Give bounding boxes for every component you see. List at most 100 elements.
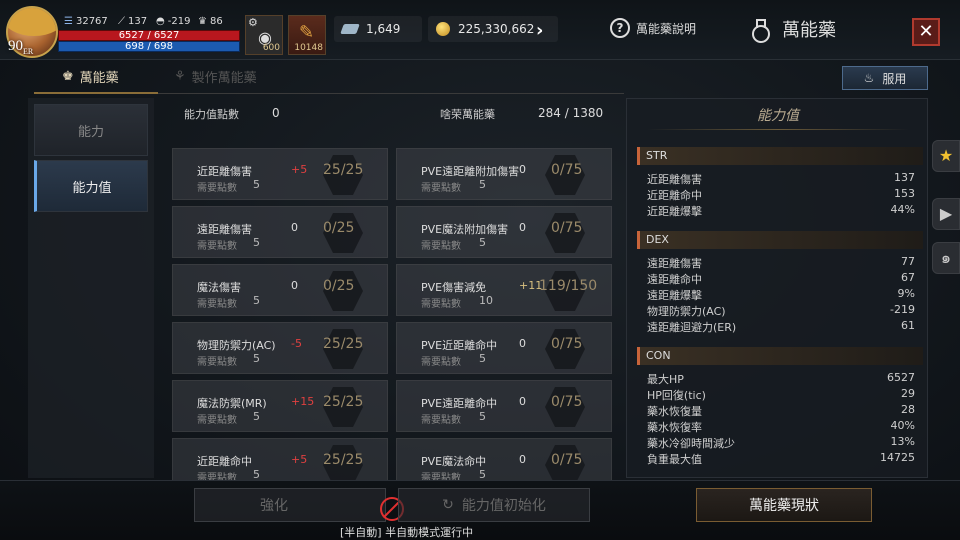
stat-row: 物理防禦力(AC) -219	[647, 303, 915, 319]
stat-card[interactable]: 遠距離傷害 需要點數 5 0 0/25	[172, 206, 388, 258]
stat-value: 28	[901, 403, 915, 416]
stat-bonus: +5	[291, 163, 308, 176]
stat-bonus: 0	[291, 279, 298, 292]
chevron-right-icon[interactable]: ›	[536, 20, 543, 41]
stat-value: 9%	[897, 287, 915, 300]
stat-row: 藥水恢復量 28	[647, 403, 915, 419]
power-icon: ☰	[64, 16, 73, 27]
helmet-icon: ◓	[156, 16, 165, 27]
stat-label: 物理防禦力(AC)	[647, 305, 726, 318]
req-value: 5	[253, 410, 260, 423]
player-level: 90ER	[8, 38, 34, 56]
stat-label: 藥水恢復量	[647, 405, 702, 418]
stat-progress: 0/75	[551, 452, 583, 468]
stat-progress: 0/25	[323, 278, 355, 294]
stat-value: -219	[890, 303, 915, 316]
req-label: 需要點數	[197, 357, 237, 368]
power-stat: ☰ 32767	[64, 16, 108, 27]
stat-progress: 25/25	[323, 394, 364, 410]
total-label: 啥荣萬能藥	[440, 108, 495, 121]
stat-card[interactable]: 近距離傷害 需要點數 5 +5 25/25	[172, 148, 388, 200]
help-button[interactable]: ? 萬能藥說明	[610, 18, 696, 38]
stat-label: 最大HP	[647, 373, 684, 386]
stat-bonus: +15	[291, 395, 315, 408]
total-value: 284 / 1380	[538, 106, 604, 120]
stat-section-header: STR	[637, 147, 923, 165]
quick-item-potion[interactable]: ⚙ ◉ 600	[245, 15, 283, 55]
stat-progress: 25/25	[323, 336, 364, 352]
tab-craft-elixir[interactable]: ⚘ 製作萬能藥	[174, 67, 257, 86]
stat-section-header: DEX	[637, 231, 923, 249]
nav-stats[interactable]: 能力值	[34, 160, 148, 212]
stat-bonus: 0	[519, 221, 526, 234]
stats-panel-title: 能力值	[757, 108, 799, 124]
stat-name: 魔法傷害	[197, 281, 241, 294]
req-value: 5	[253, 294, 260, 307]
stat-card[interactable]: 物理防禦力(AC) 需要點數 5 -5 25/25	[172, 322, 388, 374]
stat-label: 藥水冷卻時間減少	[647, 437, 735, 450]
points-value: 0	[272, 106, 280, 120]
nav-ability[interactable]: 能力	[34, 104, 148, 156]
stat-progress: 25/25	[323, 162, 364, 178]
stat-bonus: 0	[519, 163, 526, 176]
use-button[interactable]: ♨ 服用	[842, 66, 928, 90]
stat-card[interactable]: 魔法傷害 需要點數 5 0 0/25	[172, 264, 388, 316]
item-count: 10148	[294, 43, 323, 53]
stat-value: 137	[894, 171, 915, 184]
play-icon[interactable]: ▶	[932, 198, 960, 230]
stat-name: 遠距離傷害	[197, 223, 252, 236]
req-label: 需要點數	[197, 241, 237, 252]
stat-card[interactable]: PVE遠距離命中 需要點數 5 0 0/75	[396, 380, 612, 432]
refresh-icon: ↻	[442, 497, 454, 513]
stat-value: 13%	[890, 435, 915, 448]
req-label: 需要點數	[421, 299, 461, 310]
stat-label: 遠距離命中	[647, 273, 702, 286]
req-value: 5	[479, 410, 486, 423]
stat-label: 藥水恢復率	[647, 421, 702, 434]
stat-label: 近距離爆擊	[647, 205, 702, 218]
star-icon[interactable]: ★	[932, 140, 960, 172]
hp-bar: 6527 / 6527	[58, 30, 240, 41]
title-divider	[647, 129, 909, 130]
stat-name: PVE遠距離附加傷害	[421, 165, 520, 178]
stat-card[interactable]: PVE傷害減免 需要點數 10 +11 119/150	[396, 264, 612, 316]
stat-name: 近距離命中	[197, 455, 252, 468]
stat-name: 物理防禦力(AC)	[197, 339, 276, 352]
stat-bonus: 0	[519, 453, 526, 466]
close-button[interactable]: ✕	[912, 18, 940, 46]
swirl-icon[interactable]: ๑	[932, 242, 960, 274]
auto-mode-message: [半自動] 半自動模式運行中	[340, 526, 474, 539]
stat-label: 近距離傷害	[647, 173, 702, 186]
stat-label: 遠距離迴避力(ER)	[647, 321, 737, 334]
reset-stats-button[interactable]: ↻ 能力值初始化	[398, 488, 590, 522]
stat-value: 44%	[890, 203, 915, 216]
quick-item-scroll[interactable]: ✎ 10148	[288, 15, 326, 55]
req-label: 需要點數	[421, 357, 461, 368]
item-count: 600	[262, 43, 280, 53]
craft-icon: ⚘	[174, 69, 186, 84]
tab-elixir[interactable]: ♚ 萬能藥	[62, 67, 119, 86]
stat-row: 最大HP 6527	[647, 371, 915, 387]
stat-card[interactable]: PVE魔法附加傷害 需要點數 5 0 0/75	[396, 206, 612, 258]
elixir-status-button[interactable]: 萬能藥現狀	[696, 488, 872, 522]
stat-bonus: 0	[291, 221, 298, 234]
req-value: 5	[253, 236, 260, 249]
stat-value: 40%	[890, 419, 915, 432]
stat-card[interactable]: PVE遠距離附加傷害 需要點數 5 0 0/75	[396, 148, 612, 200]
stat-card[interactable]: PVE近距離命中 需要點數 5 0 0/75	[396, 322, 612, 374]
active-tab-indicator	[34, 92, 158, 94]
stat-bonus: 0	[519, 337, 526, 350]
stat-bonus: +5	[291, 453, 308, 466]
gem-icon	[340, 24, 360, 34]
stat-bonus: -5	[291, 337, 302, 350]
stat-progress: 119/150	[539, 278, 598, 294]
armor-stat: ◓ -219	[156, 16, 191, 27]
stat-label: 遠距離傷害	[647, 257, 702, 270]
stat-row: 近距離命中 153	[647, 187, 915, 203]
req-value: 5	[253, 178, 260, 191]
enhance-button[interactable]: 強化	[194, 488, 404, 522]
stat-label: 負重最大值	[647, 453, 702, 466]
gear-icon: ⚙	[248, 16, 258, 29]
stat-row: 遠距離爆擊 9%	[647, 287, 915, 303]
stat-card[interactable]: 魔法防禦(MR) 需要點數 5 +15 25/25	[172, 380, 388, 432]
